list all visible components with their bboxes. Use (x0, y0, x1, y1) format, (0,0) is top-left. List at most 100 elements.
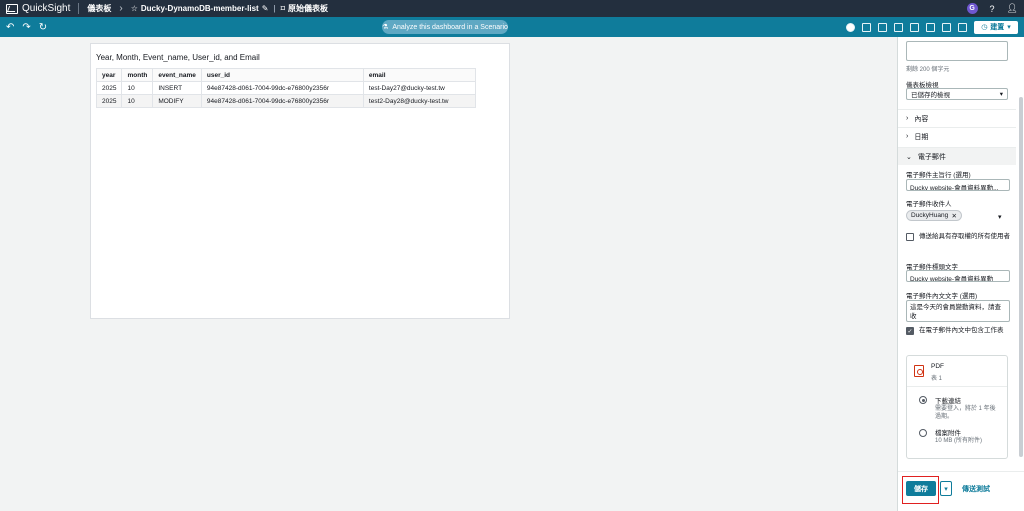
description-textarea[interactable] (906, 41, 1008, 61)
print-icon[interactable] (926, 22, 935, 32)
visual-title: Year, Month, Event_name, User_id, and Em… (96, 53, 260, 62)
file-attachment-title: 檔案附件 (935, 430, 961, 437)
panel-scrollbar[interactable] (1019, 97, 1023, 457)
table-cell: 94e87428-d061-7004-99dc-e76800y2356r (200, 81, 364, 95)
user-avatar[interactable]: G (966, 3, 978, 14)
chevron-right-icon: › (906, 115, 909, 122)
top-right-actions: G ? 👤︎ (966, 0, 1018, 17)
share-label: 建置 (990, 24, 1005, 31)
comment-icon[interactable] (942, 22, 951, 32)
column-header[interactable]: year (95, 68, 123, 82)
table-cell: test2-Day28@ducky-test.tw (362, 94, 476, 108)
dashboard-view-select[interactable]: 已儲存的檢視 ▾ (906, 88, 1008, 100)
user-icon[interactable]: 👤︎ (1007, 3, 1018, 14)
analyze-scenario-button[interactable]: ⚗ Analyze this dashboard in a Scenario (382, 20, 508, 34)
section-content-label: 內容 (914, 115, 929, 123)
subject-label: 電子郵件主旨行 (選用) (906, 172, 971, 179)
table-row[interactable]: 2025 10 INSERT 94e87428-d061-7004-99dc-e… (95, 81, 476, 95)
attachment-card: PDF 表 1 下載連結 需要登入，將於 1 年後過期。 檔案附件 10 MB … (906, 355, 1008, 459)
original-dashboard-label[interactable]: 原始儀表板 (288, 3, 328, 14)
body-label: 電子郵件內文文字 (選用) (906, 293, 978, 300)
edit-icon[interactable] (878, 22, 887, 32)
save-options-dropdown[interactable]: ▾ (940, 481, 952, 496)
table-cell: 94e87428-d061-7004-99dc-e76800y2356r (200, 94, 364, 108)
section-email-label: 電子郵件 (917, 153, 946, 161)
attachment-sub: 表 1 (931, 376, 943, 382)
top-bar: QuickSight 儀表板 › ☆ Ducky-DynamoDB-member… (0, 0, 1024, 17)
remaining-chars: 剩餘 200 個字元 (906, 67, 950, 73)
attachment-title: PDF (931, 363, 944, 370)
chevron-down-icon: ▾ (1007, 24, 1011, 31)
schedule-icon[interactable] (846, 22, 855, 32)
edit-pencil-icon[interactable]: ✎ (262, 4, 269, 13)
column-header[interactable]: month (121, 68, 154, 82)
help-icon[interactable]: ? (990, 4, 995, 14)
table-cell: MODIFY (152, 94, 202, 108)
dashboard-title-group: ☆ Ducky-DynamoDB-member-list ✎ | ⌑ 原始儀表板 (131, 3, 328, 14)
quicksight-logo[interactable]: QuickSight (6, 3, 70, 14)
table-header-row: year month event_name user_id email (95, 68, 476, 82)
quicksight-logo-icon (6, 3, 18, 14)
toolbar-right: ◷ 建置 ▾ (846, 19, 1018, 35)
save-button[interactable]: 儲存 (906, 481, 936, 496)
column-header[interactable]: event_name (152, 68, 202, 82)
caret-down-icon: ▾ (999, 91, 1003, 98)
redo-icon[interactable]: ↷ (22, 22, 30, 33)
file-attachment-desc: 10 MB (所有附件) (935, 438, 983, 444)
data-table: year month event_name user_id email 2025… (95, 68, 476, 108)
table-row[interactable]: 2025 10 MODIFY 94e87428-d061-7004-99dc-e… (95, 94, 476, 108)
download-link-title: 下載連結 (935, 398, 961, 405)
dashboard-toolbar: ↶ ↷ ↻ ⚗ Analyze this dashboard in a Scen… (0, 17, 1024, 37)
table-cell: 10 (121, 81, 154, 95)
recipients-label: 電子郵件收件人 (906, 201, 952, 208)
chevron-down-icon: ⌄ (906, 153, 912, 161)
reset-icon[interactable]: ↻ (39, 22, 47, 33)
send-all-label: 傳送給具有存取權的所有使用者 (919, 233, 1010, 240)
bell-icon[interactable] (958, 22, 967, 32)
subject-input[interactable]: Ducky website-會員資料異動... (906, 179, 1010, 191)
body-textarea[interactable]: 這是今天的會員變動資料，請查收 (906, 300, 1010, 322)
close-icon[interactable]: ✕ (952, 212, 957, 220)
table-cell: 2025 (95, 81, 123, 95)
recipient-name: DuckyHuang (911, 212, 949, 219)
pdf-icon (914, 365, 924, 377)
thresholds-icon[interactable] (894, 22, 903, 32)
breadcrumb-dashboards[interactable]: 儀表板 (87, 3, 111, 14)
star-icon[interactable]: ☆ (131, 4, 138, 13)
scenario-label: Analyze this dashboard in a Scenario (392, 23, 508, 31)
table-cell: INSERT (152, 81, 202, 95)
chevron-right-icon: › (119, 3, 123, 14)
section-date[interactable]: › 日期 (898, 127, 1016, 145)
panel-footer: 儲存 ▾ 傳送測試 (898, 471, 1024, 511)
header-input[interactable]: Ducky website-會員資料異動 (906, 270, 1010, 282)
recipient-token[interactable]: DuckyHuang ✕ (906, 210, 962, 221)
section-date-label: 日期 (914, 133, 929, 141)
attachment-divider (907, 386, 1007, 387)
table-visual[interactable]: Year, Month, Event_name, User_id, and Em… (90, 43, 510, 319)
scenario-icon: ⚗ (382, 24, 389, 31)
send-test-button[interactable]: 傳送測試 (962, 484, 990, 494)
include-sheet-label: 在電子郵件內文中包含工作表 (919, 327, 1004, 334)
download-icon[interactable] (910, 22, 919, 32)
table-cell: test-Day27@ducky-test.tw (362, 81, 476, 95)
bookmark-icon[interactable]: ⌑ (281, 4, 285, 13)
app-name: QuickSight (22, 3, 71, 14)
column-header[interactable]: email (362, 68, 476, 82)
branch-icon[interactable] (862, 22, 871, 32)
schedule-panel: 剩餘 200 個字元 儀表板檢視 已儲存的檢視 ▾ › 內容 › 日期 ⌄ 電子… (897, 37, 1024, 511)
section-content[interactable]: › 內容 (898, 109, 1016, 127)
history-controls: ↶ ↷ ↻ (6, 22, 47, 33)
file-attachment-radio[interactable] (919, 429, 927, 437)
chevron-right-icon: › (906, 133, 909, 140)
column-header[interactable]: user_id (200, 68, 364, 82)
include-sheet-checkbox[interactable]: ✓ (906, 327, 914, 335)
undo-icon[interactable]: ↶ (6, 22, 14, 33)
dashboard-canvas: Year, Month, Event_name, User_id, and Em… (0, 37, 897, 511)
section-email[interactable]: ⌄ 電子郵件 (898, 147, 1016, 165)
download-link-radio[interactable] (919, 396, 927, 404)
share-icon: ◷ (981, 24, 988, 31)
send-all-checkbox[interactable] (906, 233, 914, 241)
dashboard-view-value: 已儲存的檢視 (911, 92, 950, 99)
share-button[interactable]: ◷ 建置 ▾ (974, 20, 1018, 34)
recipients-dropdown-icon[interactable]: ▾ (998, 213, 1002, 221)
